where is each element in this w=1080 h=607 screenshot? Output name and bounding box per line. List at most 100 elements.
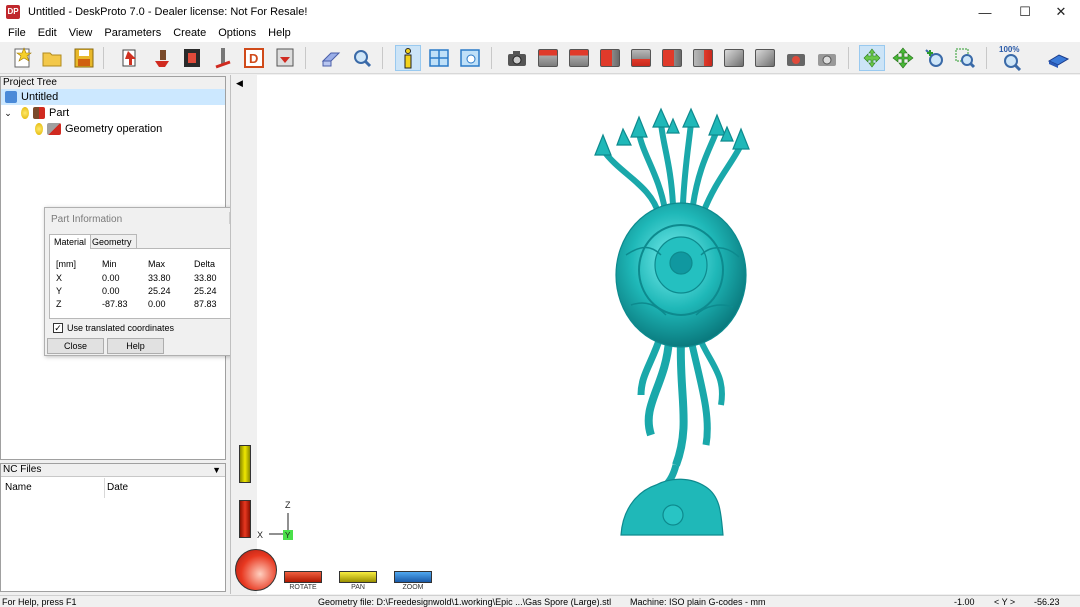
menu-help[interactable]: Help [262,24,297,42]
camera-icon [508,51,526,66]
view-iso-button[interactable] [535,45,561,71]
load-geometry-button[interactable] [118,45,144,71]
open-project-button[interactable] [39,45,65,71]
magnifier-icon [354,50,372,68]
row-x-max: 33.80 [148,273,171,283]
y-axis-label: Y [285,531,291,540]
dialog-help-button[interactable]: Help [107,338,164,354]
pan-arrows-icon [892,47,914,69]
zoom-tool[interactable]: ZOOM [394,571,432,591]
rotate-slider[interactable] [239,500,251,538]
collapse-panel-icon[interactable]: ◀ [236,78,243,89]
tab-geometry[interactable]: Geometry [87,234,137,249]
menu-edit[interactable]: Edit [32,24,63,42]
pan-slider[interactable] [239,445,251,483]
menu-parameters[interactable]: Parameters [98,24,167,42]
part-info-table: [mm] Min Max Delta X 0.00 33.80 33.80 Y … [49,248,241,319]
inspect-button[interactable] [349,45,375,71]
view-shaded-button[interactable] [752,45,778,71]
operation-error-icon [47,123,61,135]
3d-model [594,107,750,536]
zoom-in-button[interactable] [921,45,947,71]
nc-files-header: NC Files ▼ [1,464,225,477]
zoom-window-icon [955,48,976,69]
menu-file[interactable]: File [2,24,32,42]
help-book-icon [1047,54,1069,68]
grid-layout-icon [429,49,449,67]
camera-button[interactable] [504,45,530,71]
erase-button[interactable] [318,45,344,71]
axis-triad: Z X Y [257,500,293,540]
screenshot-button[interactable] [814,45,840,71]
help-book-button[interactable] [1045,45,1071,71]
rotate-mode-button[interactable] [859,45,885,71]
x-axis-label: X [257,530,263,540]
toolbar: D 100% [0,42,1080,74]
open-folder-icon [42,52,62,67]
zoom-100-button[interactable]: 100% [998,45,1024,71]
dialog-close-button[interactable]: Close [47,338,104,354]
machine-button[interactable] [179,45,205,71]
bottom-view-icon [724,49,744,67]
layout-button[interactable] [426,45,452,71]
tab-material[interactable]: Material [49,234,92,249]
view-back-button[interactable] [628,45,654,71]
save-project-button[interactable] [71,45,97,71]
project-tree-title: Project Tree [3,77,57,88]
z-axis-label: Z [285,500,291,510]
column-header-name[interactable]: Name [5,482,32,493]
row-z-max: 0.00 [148,299,166,309]
tree-item-geometry-operation[interactable]: Geometry operation [35,121,162,137]
row-y-axis: Y [56,286,63,296]
svg-text:D: D [249,51,258,66]
preview-button[interactable] [457,45,483,71]
lightbulb-icon[interactable] [21,107,29,119]
capture-view-button[interactable] [783,45,809,71]
expand-chevron-icon[interactable]: ⌄ [1,108,15,119]
column-header-max: Max [148,259,166,269]
save-disk-icon [74,48,94,68]
view-top-button[interactable] [566,45,592,71]
pan-tool[interactable]: PAN [339,571,377,591]
tool-button[interactable] [210,45,236,71]
menu-create[interactable]: Create [167,24,212,42]
rotate-tool-label: ROTATE [289,584,317,591]
pan-bar-icon [339,571,377,583]
tree-item-part[interactable]: ⌄ Part [1,105,69,121]
capture-icon [787,54,805,66]
tree-item-project[interactable]: Untitled [1,89,225,105]
zoom-window-button[interactable] [952,45,978,71]
part-icon [155,50,169,67]
rotate-tool[interactable]: ROTATE [284,571,322,591]
back-view-icon [631,49,651,67]
view-left-button[interactable] [659,45,685,71]
minimize-button[interactable]: — [966,0,1004,24]
part-parameters-button[interactable] [149,45,175,71]
nc-files-dropdown-icon[interactable]: ▼ [212,464,221,476]
create-nc-button[interactable]: D [241,45,267,71]
menu-view[interactable]: View [63,24,99,42]
view-front-button[interactable] [597,45,623,71]
close-button[interactable]: ✕ [1042,0,1080,24]
view-bottom-button[interactable] [721,45,747,71]
translated-coordinates-checkbox[interactable]: ✓ [53,323,63,333]
new-project-button[interactable] [9,45,35,71]
maximize-button[interactable]: ☐ [1006,0,1044,24]
menu-options[interactable]: Options [212,24,262,42]
row-x-axis: X [56,273,63,283]
nc-files-panel: NC Files ▼ Name Date [0,463,226,592]
shaded-view-icon [755,49,775,67]
view-right-button[interactable] [690,45,716,71]
translated-coordinates-option[interactable]: ✓ Use translated coordinates [53,323,174,333]
right-view-icon [693,49,713,67]
3d-viewport[interactable]: ◀ ROTATE PAN ZOOM Z X Y [230,75,1080,594]
pan-mode-button[interactable] [890,45,916,71]
save-nc-button[interactable] [272,45,298,71]
status-help: For Help, press F1 [2,597,77,607]
zoom-in-icon [925,49,943,67]
row-y-min: 0.00 [102,286,120,296]
column-header-date[interactable]: Date [107,482,128,493]
rotate-gauge-icon[interactable] [235,549,277,591]
lightbulb-icon[interactable] [35,123,43,135]
part-information-button[interactable] [395,45,421,71]
